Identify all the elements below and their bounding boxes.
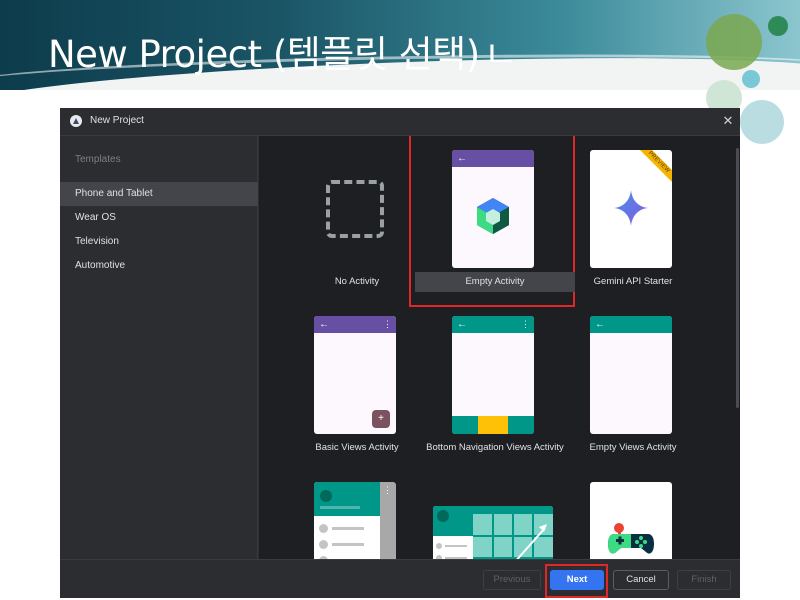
template-thumbnail	[314, 150, 396, 268]
back-arrow-icon: ←	[457, 153, 467, 164]
close-button[interactable]: ✕	[720, 113, 736, 129]
next-button[interactable]: Next	[550, 570, 604, 590]
template-thumbnail	[433, 506, 553, 559]
app-bar: ←	[590, 316, 672, 333]
dashed-square-icon	[326, 180, 384, 238]
template-label: Gemini API Starter	[593, 276, 673, 287]
dialog-footer: Previous Next Cancel Finish	[60, 559, 740, 598]
template-gemini-api-starter[interactable]: PREVIEW Gemini API Starter	[553, 136, 713, 296]
navigation-drawer-icon	[314, 482, 380, 559]
template-label: Bottom Navigation Views Activity	[426, 442, 564, 453]
template-empty-views-activity[interactable]: ← Empty Views Activity	[553, 302, 713, 462]
overflow-menu-icon: ⋮	[383, 485, 392, 495]
template-label: Empty Views Activity	[589, 442, 677, 453]
fab-plus-icon: +	[372, 410, 390, 428]
back-arrow-icon: ←	[319, 319, 329, 330]
new-project-dialog: New Project ✕ Templates Phone and Tablet…	[60, 108, 740, 598]
dialog-title: New Project	[90, 115, 144, 126]
template-navigation-drawer-views-activity[interactable]: ⋮	[277, 468, 437, 559]
gemini-sparkle-icon	[614, 190, 648, 226]
template-game-activity[interactable]	[553, 468, 713, 559]
decor-bubble	[768, 16, 788, 36]
template-grid: No Activity ← Empty Activity PREVIEW Gem…	[259, 136, 740, 559]
bottom-nav-icon	[452, 416, 534, 434]
app-bar: ← ⋮	[314, 316, 396, 333]
template-thumbnail: ← ⋮	[452, 316, 534, 434]
dialog-titlebar: New Project ✕	[60, 108, 740, 136]
template-thumbnail: ← ⋮ +	[314, 316, 396, 434]
previous-button[interactable]: Previous	[483, 570, 541, 590]
sidebar-item-television[interactable]: Television	[60, 230, 258, 254]
templates-sidebar: Templates Phone and Tablet Wear OS Telev…	[60, 136, 258, 559]
slide-title: New Project (템플릿 선택) ㄴ	[48, 33, 518, 76]
slide-title-suffix: ㄴ	[483, 33, 518, 76]
template-thumbnail: ←	[590, 316, 672, 434]
decor-bubble	[740, 100, 784, 144]
finish-button[interactable]: Finish	[677, 570, 731, 590]
template-thumbnail: PREVIEW	[590, 150, 672, 268]
template-basic-views-activity[interactable]: ← ⋮ + Basic Views Activity	[277, 302, 437, 462]
template-label: Empty Activity	[415, 272, 575, 292]
game-controller-icon	[608, 523, 654, 554]
grid-scrollbar[interactable]	[736, 148, 739, 408]
jetpack-compose-icon	[477, 198, 509, 234]
cancel-button[interactable]: Cancel	[613, 570, 669, 590]
responsive-grid-icon	[433, 506, 553, 559]
template-thumbnail	[590, 482, 672, 559]
app-bar: ←	[452, 150, 534, 167]
template-empty-activity[interactable]: ← Empty Activity	[409, 136, 575, 307]
template-responsive-views-activity[interactable]	[415, 468, 575, 559]
sidebar-item-automotive[interactable]: Automotive	[60, 254, 258, 278]
svg-text:PREVIEW: PREVIEW	[647, 150, 671, 174]
preview-ribbon: PREVIEW	[640, 150, 672, 182]
overflow-menu-icon: ⋮	[383, 319, 392, 329]
template-thumbnail: ⋮	[314, 482, 396, 559]
template-thumbnail: ←	[452, 150, 534, 268]
sidebar-item-phone-and-tablet[interactable]: Phone and Tablet	[60, 182, 258, 206]
decor-bubble	[742, 70, 760, 88]
back-arrow-icon: ←	[595, 319, 605, 330]
overflow-menu-icon: ⋮	[521, 319, 530, 329]
back-arrow-icon: ←	[457, 319, 467, 330]
android-studio-icon	[70, 115, 82, 127]
template-bottom-navigation-views-activity[interactable]: ← ⋮ Bottom Navigation Views Activity	[415, 302, 575, 462]
decor-bubble	[706, 14, 762, 70]
app-bar: ← ⋮	[452, 316, 534, 333]
template-label: Basic Views Activity	[315, 442, 399, 453]
sidebar-item-wear-os[interactable]: Wear OS	[60, 206, 258, 230]
sidebar-header: Templates	[75, 154, 121, 165]
